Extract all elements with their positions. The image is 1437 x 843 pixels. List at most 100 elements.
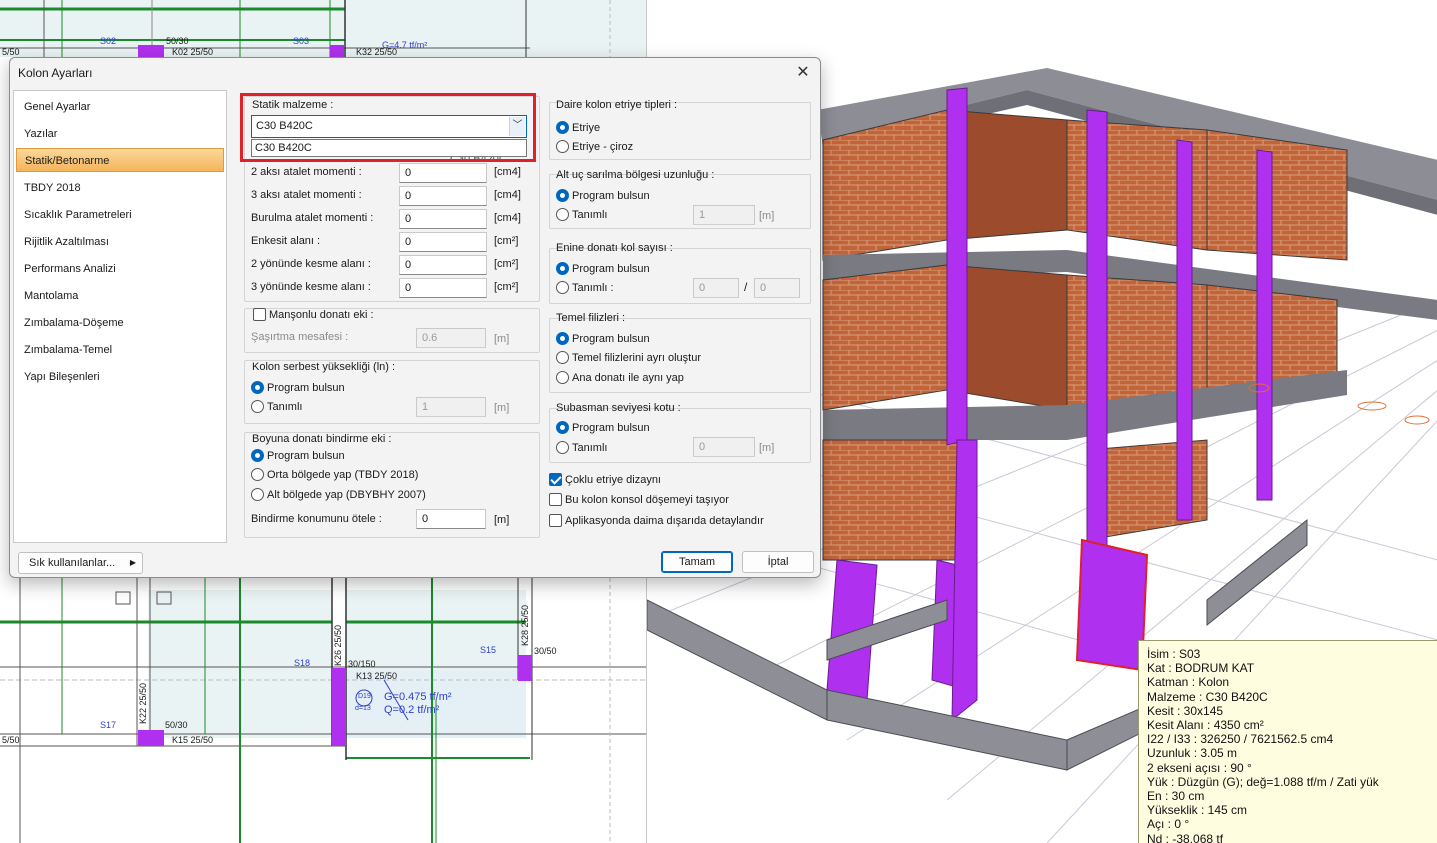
cancel-button[interactable]: İptal	[742, 551, 814, 573]
info-line: Kesit : 30x145	[1147, 703, 1224, 718]
close-icon[interactable]: ✕	[792, 62, 814, 84]
plan-label-s18: S18	[294, 658, 311, 668]
konsol-checkbox[interactable]: Bu kolon konsol döşemeyi taşıyor	[549, 493, 729, 507]
coklu-etriye-checkbox[interactable]: Çoklu etriye dizaynı	[549, 473, 661, 487]
info-line: Kat : BODRUM KAT	[1147, 661, 1255, 676]
prop-field-shear2[interactable]: 0	[399, 255, 487, 275]
radio-icon	[251, 400, 264, 413]
plan-label-top-left: 5/50	[2, 47, 20, 57]
bindirme-program-radio[interactable]: Program bulsun	[251, 449, 345, 463]
info-line: Nd : -38.068 tf	[1147, 831, 1224, 843]
nav-item-genel-ayarlar[interactable]: Genel Ayarlar	[16, 95, 224, 119]
plan-label-k26: K26 25/50	[333, 624, 343, 666]
altuc-value-field[interactable]: 1	[693, 205, 755, 225]
temel-title: Temel filizleri :	[556, 312, 626, 324]
altuc-program-radio[interactable]: Program bulsun	[556, 189, 650, 203]
bindirme-orta-radio[interactable]: Orta bölgede yap (TBDY 2018)	[251, 468, 418, 482]
nav-item-statik-betonarme[interactable]: Statik/Betonarme	[16, 148, 224, 172]
altuc-title: Alt uç sarılma bölgesi uzunluğu :	[556, 169, 715, 181]
temel-program-radio[interactable]: Program bulsun	[556, 332, 650, 346]
konsol-label: Bu kolon konsol döşemeyi taşıyor	[565, 494, 729, 506]
nav-item-yapi-bilesenleri[interactable]: Yapı Bileşenleri	[16, 365, 224, 389]
info-line: Kesit Alanı : 4350 cm²	[1147, 718, 1264, 733]
prop-field-area[interactable]: 0	[399, 232, 487, 252]
prop-field-i33[interactable]: 0	[399, 186, 487, 206]
info-line: Malzeme : C30 B420C	[1147, 689, 1268, 704]
chevron-down-icon[interactable]: ﹀	[509, 117, 525, 136]
bindirme-alt-radio[interactable]: Alt bölgede yap (DBYBHY 2007)	[251, 488, 426, 502]
info-line: Uzunluk : 3.05 m	[1147, 746, 1238, 761]
nav-item-zimbalama-doseme[interactable]: Zımbalama-Döşeme	[16, 311, 224, 335]
manson-offset-field[interactable]: 0.6	[416, 328, 486, 348]
plan-label-col3050: 30/50	[534, 646, 557, 656]
temel-ana-label: Ana donatı ile aynı yap	[572, 372, 684, 384]
info-line: 2 ekseni açısı : 90 °	[1147, 760, 1252, 775]
material-dropdown-option[interactable]: C30 B420C	[255, 140, 526, 156]
enine-value1-field[interactable]: 0	[693, 278, 739, 298]
frequent-button[interactable]: Sık kullanılanlar... ▶	[18, 552, 143, 574]
serbest-program-radio[interactable]: Program bulsun	[251, 381, 345, 395]
bindirme-shift-field[interactable]: 0	[416, 509, 486, 529]
nav-item-rijitlik[interactable]: Rijitlik Azaltılması	[16, 230, 224, 254]
material-combobox-value: C30 B420C	[256, 120, 313, 132]
radio-icon	[556, 371, 569, 384]
serbest-value-field[interactable]: 1	[416, 397, 486, 417]
plan-label-s15: S15	[480, 645, 497, 655]
manson-label: Manşonlu donatı eki :	[269, 309, 374, 321]
daire-ciroz-radio[interactable]: Etriye - çiroz	[556, 140, 633, 154]
subasman-program-label: Program bulsun	[572, 422, 650, 434]
manson-checkbox[interactable]: Manşonlu donatı eki :	[253, 308, 374, 322]
subasman-program-radio[interactable]: Program bulsun	[556, 421, 650, 435]
plan-label-s17: S17	[100, 720, 117, 730]
daire-etriye-radio[interactable]: Etriye	[556, 121, 600, 135]
subasman-tanimli-label: Tanımlı	[572, 442, 608, 454]
radio-icon	[556, 281, 569, 294]
nav-item-yazilar[interactable]: Yazılar	[16, 122, 224, 146]
bindirme-shift-unit: [m]	[494, 514, 510, 526]
plan-label-load-q: Q=0.2 tf/m²	[384, 704, 440, 716]
prop-field-shear3[interactable]: 0	[399, 278, 487, 298]
enine-value2-field[interactable]: 0	[754, 278, 800, 298]
nav-item-sicaklik[interactable]: Sıcaklık Parametreleri	[16, 203, 224, 227]
nav-item-tbdy-2018[interactable]: TBDY 2018	[16, 176, 224, 200]
plan-label-bottom-left: 5/50	[2, 735, 20, 745]
serbest-tanimli-radio[interactable]: Tanımlı	[251, 400, 302, 414]
subasman-title: Subasman seviyesi kotu :	[556, 402, 681, 414]
manson-offset-label: Şaşırtma mesafesi :	[251, 331, 349, 343]
temel-ayri-radio[interactable]: Temel filizlerini ayrı oluştur	[556, 351, 701, 365]
radio-icon	[556, 421, 569, 434]
column-settings-dialog: Kolon Ayarları ✕ Genel Ayarlar Yazılar S…	[9, 57, 821, 578]
prop-label-i22: 2 aksı atalet momenti :	[251, 166, 362, 178]
subasman-value-field[interactable]: 0	[693, 437, 755, 457]
plan-label-load-top: G=4.7 tf/m²	[382, 40, 428, 50]
ok-button[interactable]: Tamam	[661, 551, 733, 573]
checkbox-icon	[549, 473, 562, 486]
plan-label-s03: S03	[293, 36, 310, 46]
bindirme-program-label: Program bulsun	[267, 450, 345, 462]
enine-tanimli-radio[interactable]: Tanımlı :	[556, 281, 614, 295]
bindirme-shift-label: Bindirme konumunu ötele :	[251, 513, 382, 525]
manson-offset-unit: [m]	[494, 333, 510, 345]
prop-field-i22[interactable]: 0	[399, 163, 487, 183]
altuc-tanimli-radio[interactable]: Tanımlı	[556, 208, 607, 222]
prop-label-area: Enkesit alanı :	[251, 235, 321, 247]
prop-field-torsion[interactable]: 0	[399, 209, 487, 229]
temel-ana-radio[interactable]: Ana donatı ile aynı yap	[556, 371, 684, 385]
bindirme-title: Boyuna donatı bindirme eki :	[252, 433, 392, 445]
subasman-tanimli-radio[interactable]: Tanımlı	[556, 441, 607, 455]
frequent-button-label: Sık kullanılanlar...	[29, 557, 116, 569]
enine-program-radio[interactable]: Program bulsun	[556, 262, 650, 276]
plan-label-k22: K22 25/50	[138, 682, 148, 724]
element-info-panel: İsim : S03 Kat : BODRUM KAT Katman : Kol…	[1138, 640, 1437, 843]
nav-item-performans[interactable]: Performans Analizi	[16, 257, 224, 281]
nav-item-zimbalama-temel[interactable]: Zımbalama-Temel	[16, 338, 224, 362]
radio-icon	[251, 468, 264, 481]
aplikasyon-checkbox[interactable]: Aplikasyonda daima dışarıda detaylandır	[549, 514, 764, 528]
prop-label-i33: 3 aksı atalet momenti :	[251, 189, 362, 201]
enine-separator: /	[744, 280, 748, 294]
prop-label-shear3: 3 yönünde kesme alanı :	[251, 281, 371, 293]
plan-label-col5030b: 50/30	[165, 720, 188, 730]
material-combobox[interactable]: C30 B420C ﹀	[251, 115, 527, 138]
nav-item-mantolama[interactable]: Mantolama	[16, 284, 224, 308]
altuc-program-label: Program bulsun	[572, 190, 650, 202]
